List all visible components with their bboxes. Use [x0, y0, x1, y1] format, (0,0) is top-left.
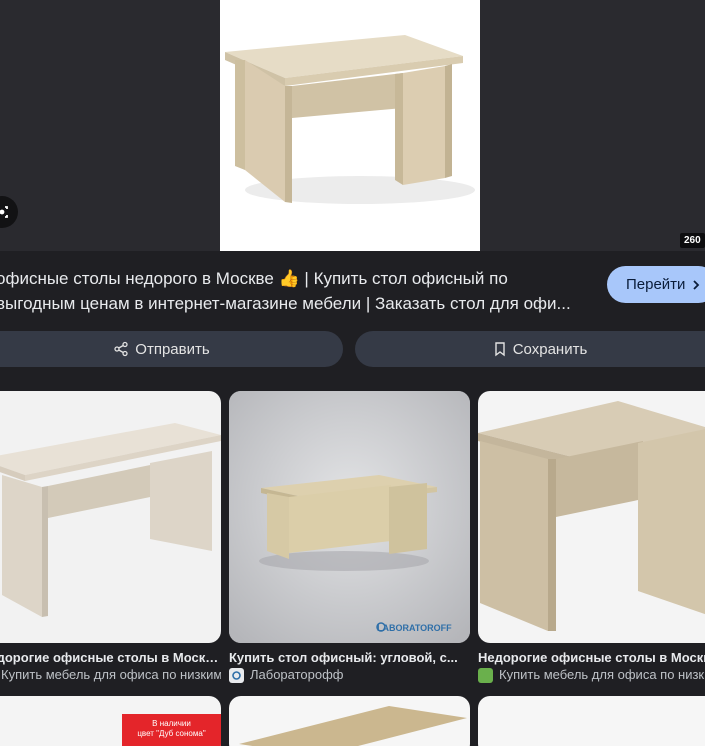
image-title-block: офисные столы недорого в Москве 👍 | Купи…	[0, 251, 705, 326]
image-title-line2: выгодным ценам в интернет-магазине мебел…	[0, 294, 571, 313]
result-title[interactable]: Недорогие офисные столы в Москве 🍀 ...	[0, 650, 221, 666]
share-icon	[114, 341, 128, 357]
image-title-line1: офисные столы недорого в Москве 👍 | Купи…	[0, 269, 508, 288]
site-favicon-icon	[229, 667, 244, 683]
share-button-label: Отправить	[135, 340, 210, 358]
desk-thumbnail	[0, 423, 221, 617]
result-source-label: Лабораторофф	[250, 667, 344, 682]
result-title[interactable]: Купить стол офисный: угловой, с...	[229, 650, 470, 666]
save-button-label: Сохранить	[512, 340, 588, 358]
image-title[interactable]: офисные столы недорого в Москве 👍 | Купи…	[0, 266, 596, 316]
result-card-image[interactable]	[478, 696, 705, 746]
result-card-image[interactable]	[478, 391, 705, 643]
result-source[interactable]: Купить мебель для офиса по низким ...	[0, 667, 221, 683]
image-size-badge: 260	[680, 233, 705, 248]
result-source-label: Купить мебель для офиса по низким ...	[1, 667, 221, 682]
main-image-panel: 260	[0, 0, 705, 251]
desk-thumbnail	[239, 706, 467, 746]
result-card-image[interactable]	[229, 696, 470, 746]
result-card-image[interactable]: LABORATOROFF	[229, 391, 470, 643]
result-source[interactable]: Лабораторофф	[229, 667, 470, 683]
site-favicon-icon	[478, 667, 493, 683]
bookmark-icon	[495, 342, 505, 357]
result-source[interactable]: Купить мебель для офиса по низким ...	[478, 667, 705, 683]
chevron-right-icon	[693, 279, 700, 290]
in-stock-badge: В наличии цвет "Дуб сонома"	[122, 714, 221, 746]
go-button-label: Перейти	[626, 276, 686, 293]
laboratoroff-watermark: LABORATOROFF	[377, 623, 452, 633]
desk-thumbnail	[478, 401, 705, 631]
in-stock-line1: В наличии	[152, 719, 191, 728]
lens-search-button[interactable]	[0, 196, 18, 228]
main-product-image[interactable]	[220, 0, 480, 251]
go-to-site-button[interactable]: Перейти	[607, 266, 705, 303]
share-button[interactable]: Отправить	[0, 331, 343, 367]
result-source-label: Купить мебель для офиса по низким ...	[499, 667, 705, 682]
result-card-image[interactable]: В наличии цвет "Дуб сонома"	[0, 696, 221, 746]
office-desk-illustration	[225, 35, 475, 204]
save-button[interactable]: Сохранить	[355, 331, 705, 367]
result-card-image[interactable]	[0, 391, 221, 643]
result-title[interactable]: Недорогие офисные столы в Москве 🍀 ...	[478, 650, 705, 666]
lens-icon	[0, 206, 8, 218]
in-stock-line2: цвет "Дуб сонома"	[137, 729, 206, 738]
desk-thumbnail: LABORATOROFF	[229, 391, 470, 643]
